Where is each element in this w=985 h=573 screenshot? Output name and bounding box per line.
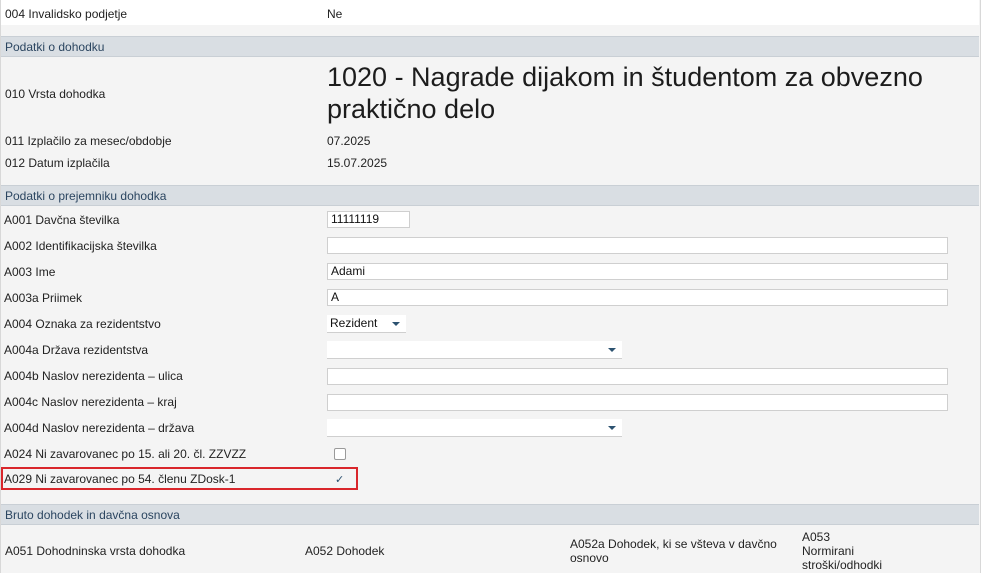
select-A004d[interactable] [327,419,622,437]
input-A003a[interactable]: A [327,289,948,306]
col-A052a-line1: A052a Dohodek, ki se všteva v davčno [570,537,777,551]
label-A024: A024 Ni zavarovanec po 15. ali 20. čl. Z… [4,447,247,461]
select-A004[interactable]: Rezident [327,315,406,333]
row-004: 004 Invalidsko podjetje Ne [1,0,979,25]
chevron-down-icon [608,426,616,430]
label-A003: A003 Ime [4,265,56,279]
label-004: 004 Invalidsko podjetje [5,7,128,21]
input-A004b[interactable] [327,368,948,385]
select-A004-value: Rezident [330,316,378,330]
value-011: 07.2025 [327,134,371,148]
chevron-down-icon [608,348,616,352]
select-A004a[interactable] [327,341,622,359]
label-012: 012 Datum izplačila [5,156,110,170]
label-A004c: A004c Naslov nerezidenta – kraj [4,395,177,409]
label-010: 010 Vrsta dohodka [5,87,106,101]
section-gross-header: Bruto dohodek in davčna osnova [1,504,979,525]
label-A004: A004 Oznaka za rezidentstvo [4,317,161,331]
chevron-down-icon [392,322,400,326]
label-A029: A029 Ni zavarovanec po 54. členu ZDosk-1 [4,472,236,486]
value-010-line1: 1020 - Nagrade dijakom in študentom za o… [327,62,923,92]
label-A004b: A004b Naslov nerezidenta – ulica [4,369,183,383]
input-A001[interactable]: 11111119 [327,211,410,228]
label-A004a: A004a Država rezidentstva [4,343,149,357]
col-A053-line3: stroški/odhodki [802,558,883,572]
col-A053-line1: A053 [802,530,831,544]
value-004: Ne [327,7,343,21]
section-income-body: 010 Vrsta dohodka 1020 - Nagrade dijakom… [1,57,979,175]
col-A053-line2: Normirani [802,544,855,558]
value-010-line2: praktično delo [327,94,496,124]
checkbox-A029[interactable]: ✓ [335,473,344,486]
label-A002: A002 Identifikacijska številka [4,239,157,253]
col-A052a-line2: osnovo [570,551,609,565]
label-A001: A001 Davčna številka [4,213,120,227]
input-A004c[interactable] [327,394,948,411]
section-gross-body: A051 Dohodninska vrsta dohodka A052 Doho… [1,525,979,573]
section-recipient-header: Podatki o prejemniku dohodka [1,185,979,206]
input-A003[interactable]: Adami [327,263,948,280]
col-A052: A052 Dohodek [305,544,385,558]
label-A004d: A004d Naslov nerezidenta – država [4,421,195,435]
label-A003a: A003a Priimek [4,291,83,305]
value-012: 15.07.2025 [327,156,388,170]
col-A051: A051 Dohodninska vrsta dohodka [5,544,186,558]
input-A002[interactable] [327,237,948,254]
checkbox-A024[interactable] [334,448,346,460]
section-income-header: Podatki o dohodku [1,36,979,57]
label-011: 011 Izplačilo za mesec/obdobje [5,134,172,148]
